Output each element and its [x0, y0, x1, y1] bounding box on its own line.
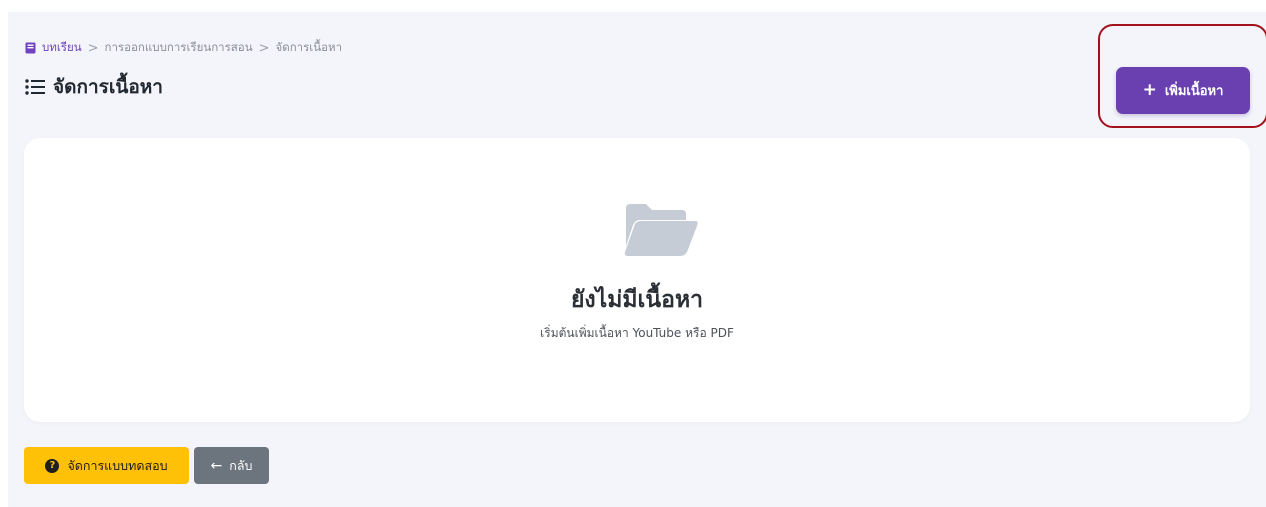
question-circle-icon: ?: [45, 458, 60, 473]
breadcrumb-link-course[interactable]: การออกแบบการเรียนการสอน: [105, 39, 253, 57]
book-icon: [25, 42, 36, 54]
empty-state-subtitle: เริ่มต้นเพิ่มเนื้อหา YouTube หรือ PDF: [540, 326, 734, 340]
back-label: กลับ: [229, 457, 253, 473]
breadcrumb-separator: >: [258, 40, 270, 56]
breadcrumb-link-lessons[interactable]: บทเรียน: [42, 39, 82, 57]
manage-quiz-button[interactable]: ? จัดการแบบทดสอบ: [24, 447, 189, 484]
list-icon: [25, 79, 45, 95]
plus-icon: +: [1142, 80, 1157, 100]
page-title: จัดการเนื้อหา: [53, 76, 163, 98]
back-button[interactable]: ← กลับ: [194, 447, 269, 484]
empty-state-card: ยังไม่มีเนื้อหา เริ่มต้นเพิ่มเนื้อหา You…: [24, 138, 1250, 422]
add-content-label: เพิ่มเนื้อหา: [1164, 84, 1224, 99]
manage-quiz-label: จัดการแบบทดสอบ: [67, 457, 168, 473]
breadcrumb-separator: >: [87, 40, 99, 56]
folder-open-icon: [624, 204, 698, 256]
arrow-left-icon: ←: [210, 457, 223, 474]
breadcrumb-current: จัดการเนื้อหา: [275, 40, 343, 54]
empty-state-title: ยังไม่มีเนื้อหา: [570, 287, 704, 313]
add-content-button[interactable]: + เพิ่มเนื้อหา: [1116, 67, 1250, 114]
breadcrumb: บทเรียน > การออกแบบการเรียนการสอน > จัดก…: [25, 40, 342, 56]
page-header: จัดการเนื้อหา: [25, 74, 163, 100]
